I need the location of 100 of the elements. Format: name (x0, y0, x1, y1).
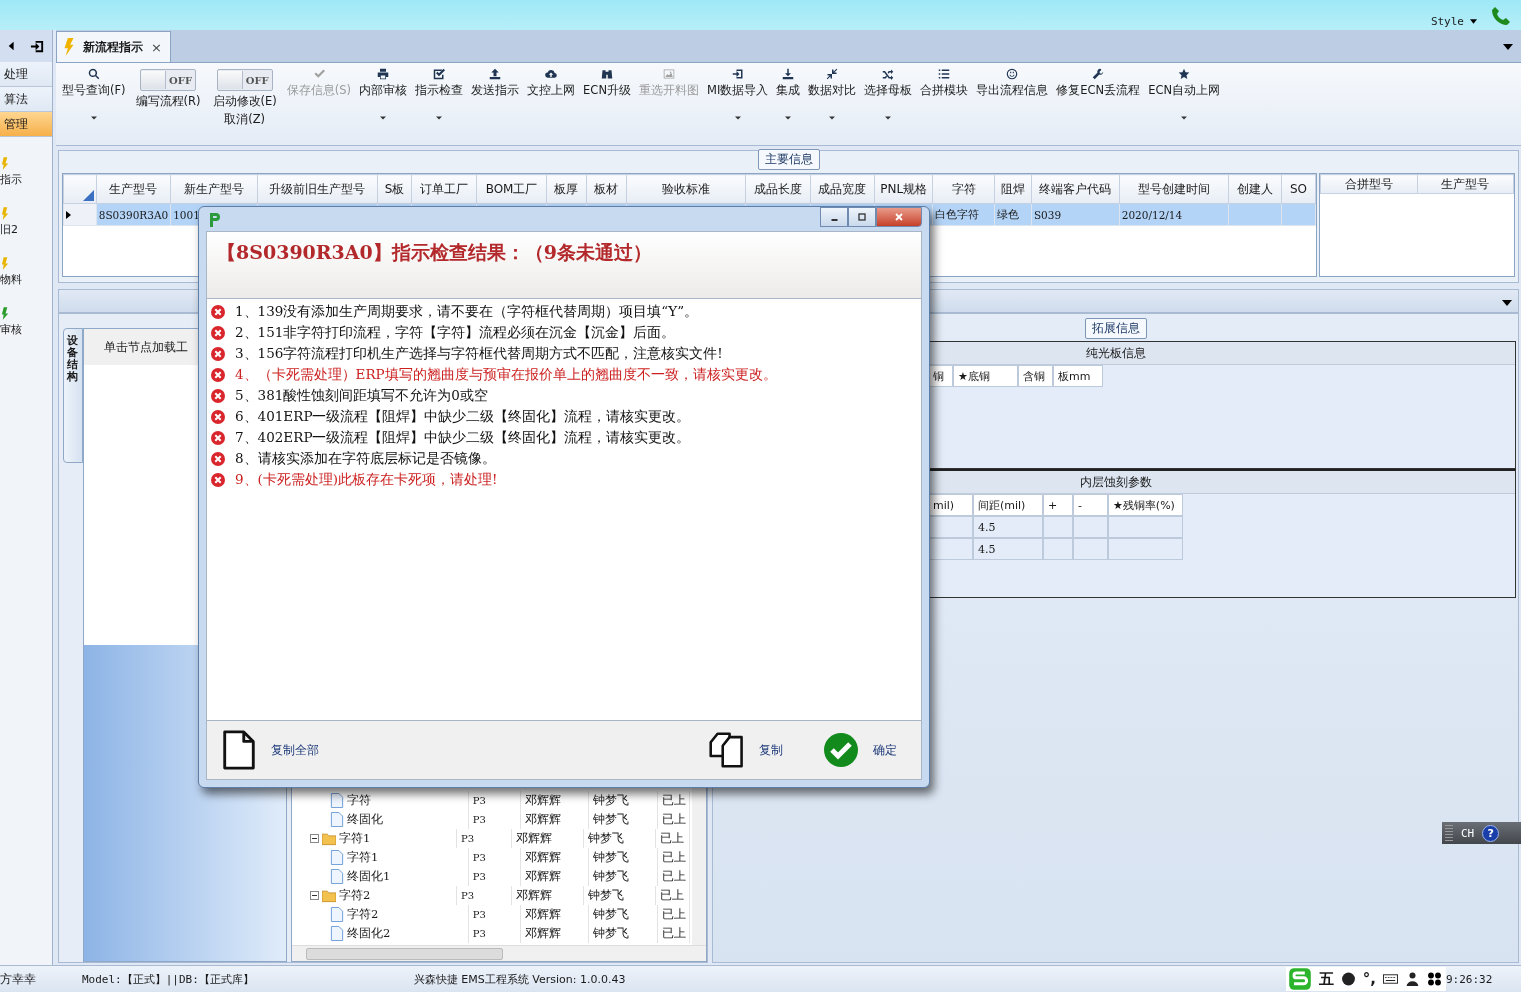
column-header[interactable]: PNL规格 (874, 174, 933, 204)
minimize-button[interactable] (820, 207, 848, 227)
column-header[interactable]: 成品宽度 (810, 174, 875, 204)
tree-node[interactable]: 字符2 (339, 888, 371, 903)
column-header[interactable]: 合拼型号 (1320, 174, 1417, 194)
s-logo-icon[interactable] (1287, 967, 1312, 991)
ribbon-button[interactable]: 集成 (772, 65, 805, 133)
sidebar-item[interactable]: 指示 (0, 172, 22, 187)
table-cell: S039 (1033, 208, 1062, 221)
maximize-button[interactable] (848, 207, 876, 227)
sidebar-item[interactable]: 处理 (0, 62, 52, 87)
vertical-tab[interactable]: 设备结构 (63, 328, 83, 463)
ok-button[interactable]: 确定 (823, 730, 897, 770)
column-header[interactable]: 创建人 (1228, 174, 1282, 204)
table-cell: 绿色 (997, 207, 1019, 220)
ribbon-button[interactable]: 修复ECN丢流程 (1052, 65, 1145, 133)
column-header[interactable]: BOM工厂 (476, 174, 547, 204)
grid-icon[interactable] (1427, 972, 1442, 986)
table-cell: 邓辉辉 (515, 831, 552, 846)
folder-icon (322, 831, 336, 846)
person-icon[interactable] (1405, 972, 1420, 986)
sidebar-item[interactable]: 管理 (0, 112, 52, 137)
error-icon (211, 367, 225, 382)
table-cell: P3 (472, 852, 486, 863)
ribbon-button[interactable]: 合拼模块 (916, 65, 973, 133)
ribbon-button[interactable]: ECN自动上网 (1144, 65, 1225, 133)
phone-icon[interactable] (1491, 6, 1511, 26)
column-header[interactable]: 阻焊 (994, 174, 1032, 204)
collapse-icon[interactable] (310, 891, 319, 900)
tree-node[interactable]: 字符1 (347, 850, 379, 865)
ribbon-button[interactable]: 文控上网 (523, 65, 580, 133)
sign-in-icon[interactable] (29, 38, 45, 54)
panel-title: 纯光板信息 (1085, 344, 1146, 362)
sidebar-item[interactable]: 审核 (0, 322, 22, 337)
sidebar-item[interactable]: 物料 (0, 272, 22, 287)
column-header[interactable]: S板 (377, 174, 412, 204)
table-cell: 已上 (661, 907, 686, 922)
ribbon-button[interactable]: 选择母板 (860, 65, 917, 133)
column-header[interactable]: 成品长度 (745, 174, 810, 204)
style-menu[interactable]: Style (1430, 15, 1477, 28)
ribbon-button[interactable]: 型号查询(F) (58, 65, 130, 133)
document-icon (330, 812, 344, 827)
tree-node[interactable]: 字符 (347, 793, 371, 808)
document-tab[interactable]: 新流程指示 × (56, 31, 171, 62)
search-icon (87, 68, 100, 80)
ribbon-button[interactable]: 数据对比 (804, 65, 861, 133)
column-header[interactable]: 板材 (586, 174, 627, 204)
back-arrow-icon[interactable] (7, 40, 15, 52)
error-icon (211, 304, 225, 319)
caret-icon[interactable] (1503, 44, 1513, 50)
grip-handle[interactable] (1445, 825, 1453, 841)
tree-node[interactable]: 字符1 (339, 831, 371, 846)
punctuation-toggle[interactable]: °, (1362, 970, 1376, 988)
sign-in-icon (731, 68, 744, 80)
toggle-switch[interactable]: OFF (216, 69, 273, 91)
tree-node[interactable]: 终固化 (347, 812, 383, 827)
error-icon (211, 409, 225, 424)
table-cell: 邓辉辉 (524, 850, 561, 865)
column-header[interactable]: 升级前旧生产型号 (257, 174, 378, 204)
tree-node[interactable]: 字符2 (347, 907, 379, 922)
column-header[interactable]: 生产型号 (1417, 174, 1514, 194)
scrollbar-thumb[interactable] (306, 948, 503, 960)
copy-all-button[interactable]: 复制全部 (221, 730, 319, 770)
close-button[interactable] (876, 207, 922, 227)
user-name: 方幸幸 (0, 971, 37, 987)
copy-button[interactable]: 复制 (709, 730, 783, 770)
download-icon (782, 68, 795, 80)
help-button[interactable]: ? (1482, 824, 1500, 842)
ribbon-button[interactable]: 内部审核 (355, 65, 412, 133)
hint-text: 单击节点加载工 (103, 338, 188, 356)
column-header[interactable]: 订单工厂 (411, 174, 477, 204)
column-header[interactable]: SO (1281, 174, 1316, 204)
ribbon-button[interactable]: MI数据导入 (703, 65, 773, 133)
column-header[interactable]: 板厚 (546, 174, 587, 204)
table-cell: 白色字符 (935, 207, 980, 220)
ribbon-button[interactable]: 导出流程信息 (972, 65, 1053, 133)
sidebar-item[interactable]: 旧2 (0, 222, 18, 237)
image-icon (663, 68, 675, 80)
toggle-switch[interactable]: OFF (140, 69, 197, 91)
close-button[interactable]: × (151, 39, 162, 55)
ribbon-button[interactable]: 指示检查 (411, 65, 468, 133)
column-header[interactable]: 新生产型号 (170, 174, 258, 204)
column-header[interactable]: 生产型号 (96, 174, 171, 204)
tree-node[interactable]: 终固化1 (347, 869, 391, 884)
ribbon-button[interactable]: 发送指示 (467, 65, 524, 133)
ribbon-button[interactable]: ECN升级 (579, 65, 635, 133)
input-mode[interactable]: 五 (1318, 969, 1334, 989)
language-indicator[interactable]: CH (1461, 826, 1475, 840)
column-header[interactable]: 终端客户代码 (1031, 174, 1120, 204)
collapse-icon[interactable] (310, 834, 319, 843)
scrollbar[interactable] (292, 945, 706, 961)
keyboard-icon[interactable] (1383, 972, 1398, 986)
column-header[interactable]: 字符 (932, 174, 995, 204)
column-header[interactable]: 验收标准 (626, 174, 746, 204)
sidebar-item[interactable]: 算法 (0, 87, 52, 112)
caret-icon[interactable] (1502, 300, 1512, 306)
column-header[interactable]: 型号创建时间 (1119, 174, 1229, 204)
table-cell: 已上 (661, 812, 686, 827)
table-cell: P3 (460, 890, 474, 901)
tree-node[interactable]: 终固化2 (347, 926, 391, 941)
